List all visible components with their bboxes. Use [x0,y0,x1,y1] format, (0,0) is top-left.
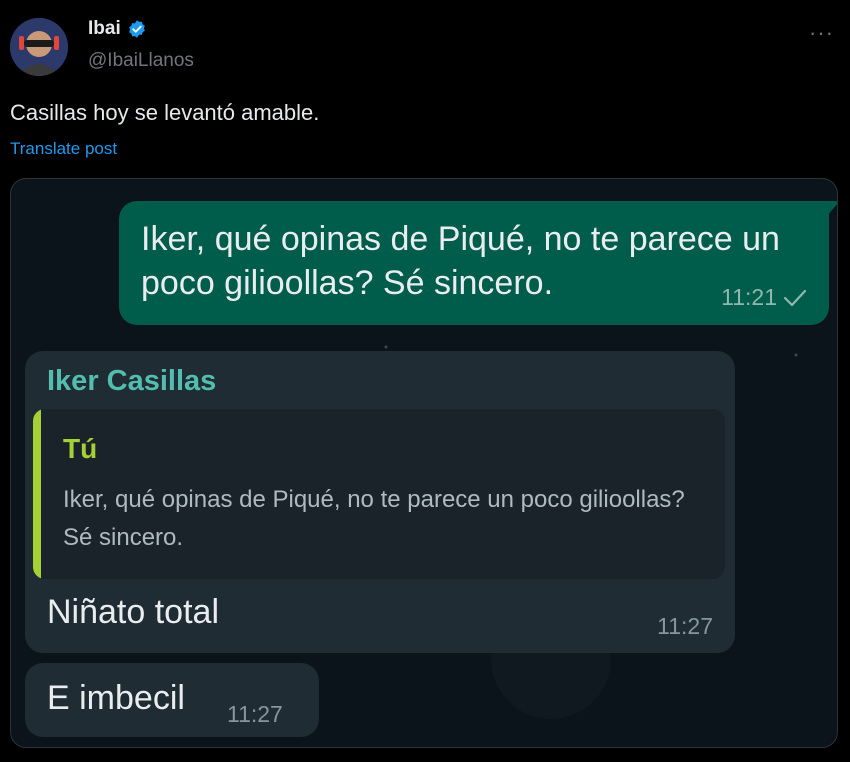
avatar[interactable] [10,18,68,76]
incoming-message-text: E imbecil [47,679,185,717]
outgoing-message-time: 11:21 [721,284,777,310]
quoted-text: Iker, qué opinas de Piqué, no te parece … [63,486,685,551]
author-name[interactable]: Ibai [88,18,147,40]
incoming-message-bubble: E imbecil 11:27 [25,663,319,737]
incoming-message-text: Niñato total [47,593,219,631]
sender-name: Iker Casillas [47,365,217,397]
translate-post-link[interactable]: Translate post [10,139,117,159]
incoming-message-time: 11:27 [227,701,283,727]
quote-bar [33,409,41,579]
quoted-author: Tú [63,433,98,464]
outgoing-message-meta: 11:21 [721,284,807,311]
author-handle[interactable]: @IbaiLlanos [88,50,194,72]
verified-badge-icon [128,20,145,38]
incoming-message-time: 11:27 [657,613,713,639]
outgoing-message-bubble: Iker, qué opinas de Piqué, no te parece … [119,201,829,325]
more-options-icon[interactable]: ··· [809,20,834,46]
quoted-message[interactable]: Tú Iker, qué opinas de Piqué, no te pare… [33,409,725,579]
tweet-media-image[interactable]: Iker, qué opinas de Piqué, no te parece … [10,178,838,748]
sent-check-icon [783,289,807,306]
outgoing-message-text: Iker, qué opinas de Piqué, no te parece … [141,220,780,302]
tweet-text: Casillas hoy se levantó amable. [10,100,320,125]
author-name-text[interactable]: Ibai [88,18,121,40]
incoming-message-bubble: Iker Casillas Tú Iker, qué opinas de Piq… [25,351,735,653]
